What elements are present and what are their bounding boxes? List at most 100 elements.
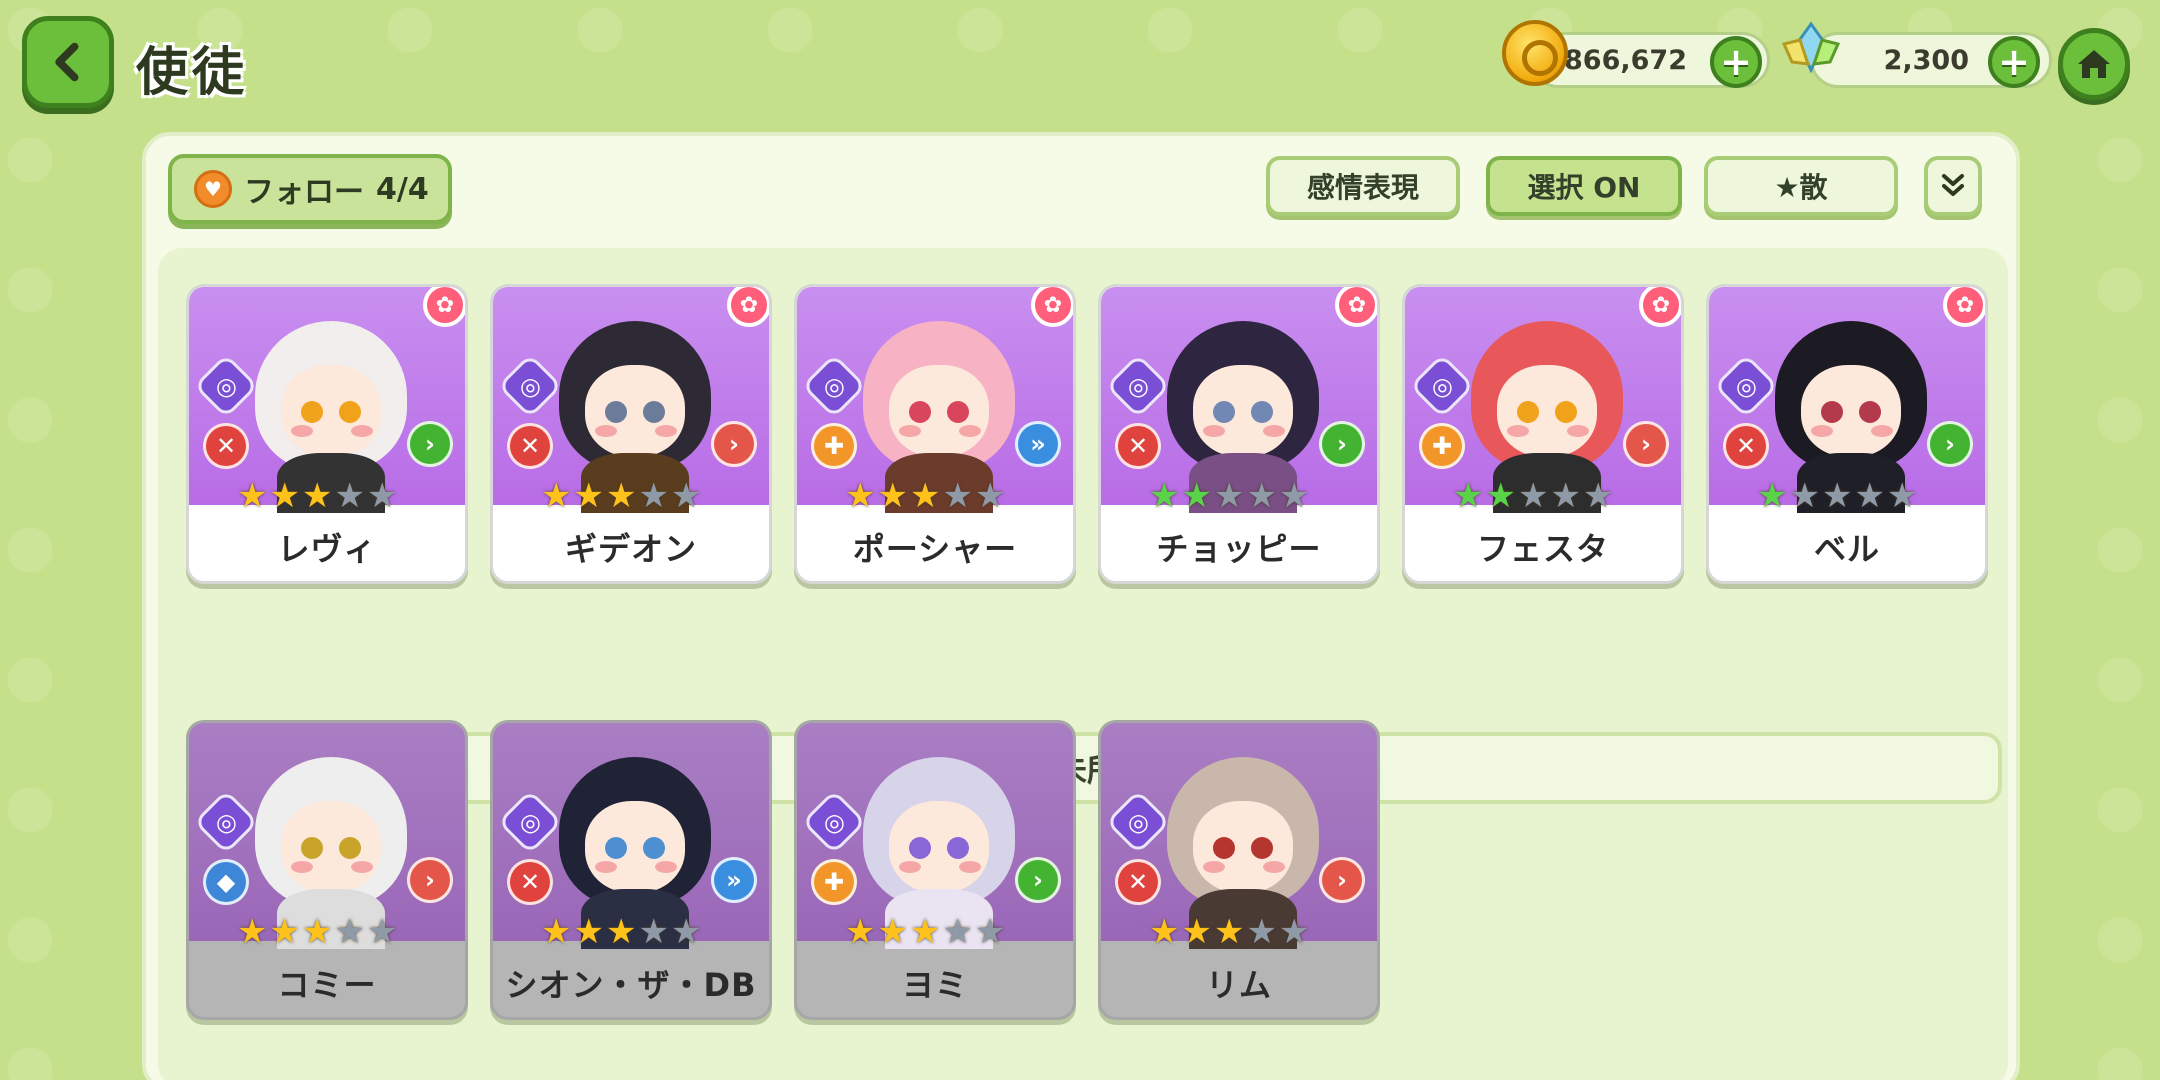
follow-flower-icon: ✿ [727, 287, 769, 327]
follow-button[interactable]: ♥ フォロー 4/4 [168, 154, 452, 224]
star-icon: ★ [1550, 476, 1581, 516]
star-icon: ★ [1213, 912, 1245, 952]
gem-amount: 2,300 [1883, 44, 1969, 76]
role-badge-icon: ◆ [203, 859, 249, 905]
star-rating: ★ ★ ★ ★ ★ [1453, 479, 1613, 513]
role-badge-icon: ✕ [507, 859, 553, 905]
apostle-card[interactable]: ◎ ✕ › ✿ ★ ★ ★ ★ ★ チョッピー [1098, 284, 1380, 584]
star-icon: ★ [366, 476, 398, 516]
apostle-card[interactable]: ◎ ✕» ★ ★ ★ ★ ★ シオン・ザ・DB [490, 720, 772, 1020]
star-icon: ★ [301, 912, 333, 952]
apostle-card[interactable]: ◎ ◆ › ★ ★ ★ ★ ★ コミー [186, 720, 468, 1020]
card-portrait: ◎ ✚ › [1405, 287, 1681, 513]
apostle-name: ヨミ [901, 966, 968, 1004]
class-arrow-icon: › [711, 421, 757, 467]
star-icon: ★ [366, 912, 398, 952]
star-rating: ★ ★ ★ ★ ★ [1149, 479, 1309, 513]
apostle-name: ベル [1813, 530, 1880, 568]
add-gold-button[interactable]: + [1710, 36, 1762, 88]
star-icon: ★ [237, 912, 268, 952]
star-icon: ★ [1485, 476, 1516, 516]
follow-flower-icon: ✿ [1031, 287, 1073, 327]
apostle-card[interactable]: ◎ ✕ › ✿ ★ ★ ★ ★ ★ ベル [1706, 284, 1988, 584]
apostle-card[interactable]: ◎ ✚» ✿ ★ ★ ★ ★ ★ ポーシャー [794, 284, 1076, 584]
star-icon: ★ [974, 476, 1006, 516]
star-icon: ★ [1246, 912, 1277, 952]
sort-button[interactable]: ★散 [1704, 156, 1898, 216]
star-icon: ★ [334, 476, 365, 516]
card-portrait: ◎ ✕ › [493, 287, 769, 513]
star-icon: ★ [1821, 476, 1853, 516]
emotion-button[interactable]: 感情表現 [1266, 156, 1460, 216]
star-rating: ★ ★ ★ ★ ★ [541, 915, 701, 949]
class-arrow-icon: › [1015, 857, 1061, 903]
role-badge-icon: ✕ [1115, 423, 1161, 469]
star-rating: ★ ★ ★ ★ ★ [541, 479, 701, 513]
class-arrow-icon: › [1927, 421, 1973, 467]
role-badge-icon: ✕ [1723, 423, 1769, 469]
star-icon: ★ [877, 476, 908, 516]
back-button[interactable] [22, 16, 114, 108]
star-icon: ★ [670, 476, 702, 516]
star-icon: ★ [1246, 476, 1277, 516]
star-icon: ★ [1886, 476, 1918, 516]
star-rating: ★ ★ ★ ★ ★ [845, 479, 1005, 513]
star-icon: ★ [942, 476, 973, 516]
card-portrait: ◎ ✕ › [189, 287, 465, 513]
star-icon: ★ [1789, 476, 1820, 516]
apostle-card[interactable]: ◎ ✚ › ✿ ★ ★ ★ ★ ★ フェスタ [1402, 284, 1684, 584]
star-icon: ★ [1181, 912, 1212, 952]
star-icon: ★ [909, 476, 941, 516]
follow-label: フォロー [244, 175, 364, 210]
class-arrow-icon: » [1015, 421, 1061, 467]
apostle-card[interactable]: ◎ ✕ › ✿ ★ ★ ★ ★ ★ ギデオン [490, 284, 772, 584]
page-title: 使徒 [136, 43, 249, 103]
star-icon: ★ [301, 476, 333, 516]
home-button[interactable] [2058, 28, 2130, 100]
star-icon: ★ [845, 476, 876, 516]
gold-coin-icon [1502, 20, 1568, 86]
gold-amount: 866,672 [1564, 44, 1687, 76]
apostle-card[interactable]: ◎ ✚ › ★ ★ ★ ★ ★ ヨミ [794, 720, 1076, 1020]
star-icon: ★ [1181, 476, 1212, 516]
heart-icon: ♥ [194, 170, 232, 208]
star-icon: ★ [605, 476, 637, 516]
star-icon: ★ [942, 912, 973, 952]
apostle-card[interactable]: ◎ ✕ › ★ ★ ★ ★ ★ リム [1098, 720, 1380, 1020]
star-icon: ★ [1517, 476, 1549, 516]
star-rating: ★ ★ ★ ★ ★ [845, 915, 1005, 949]
star-icon: ★ [877, 912, 908, 952]
star-icon: ★ [269, 912, 300, 952]
apostle-name: リム [1205, 966, 1272, 1004]
star-icon: ★ [1149, 912, 1180, 952]
apostle-name: コミー [277, 966, 377, 1004]
star-icon: ★ [1278, 476, 1310, 516]
card-portrait: ◎ ✚» [797, 287, 1073, 513]
card-portrait: ◎ ✕» [493, 723, 769, 949]
add-gem-button[interactable]: + [1988, 36, 2040, 88]
chevron-left-icon [55, 42, 79, 82]
star-icon: ★ [670, 912, 702, 952]
card-portrait: ◎ ◆ › [189, 723, 465, 949]
apostle-card[interactable]: ◎ ✕ › ✿ ★ ★ ★ ★ ★ レヴィ [186, 284, 468, 584]
select-toggle-button[interactable]: 選択 ON [1486, 156, 1682, 216]
star-icon: ★ [269, 476, 300, 516]
star-icon: ★ [1213, 476, 1245, 516]
star-rating: ★ ★ ★ ★ ★ [1757, 479, 1917, 513]
role-badge-icon: ✚ [811, 859, 857, 905]
double-chevron-down-icon [1942, 174, 1964, 196]
star-icon: ★ [334, 912, 365, 952]
star-icon: ★ [1278, 912, 1310, 952]
class-arrow-icon: › [1319, 421, 1365, 467]
follow-flower-icon: ✿ [1639, 287, 1681, 327]
star-icon: ★ [605, 912, 637, 952]
card-area: ◎ ✕ › ✿ ★ ★ ★ ★ ★ レヴィ ◎ ✕ › ✿ ★ ★ ★ ★ ★ ギデオン ◎ ✚» ✿ ★ ★ ★ ★ ★ ポーシャー ◎… [158, 248, 2008, 1080]
card-portrait: ◎ ✚ › [797, 723, 1073, 949]
card-portrait: ◎ ✕ › [1101, 287, 1377, 513]
collapse-button[interactable] [1924, 156, 1982, 216]
apostle-name: シオン・ザ・DB [505, 966, 757, 1004]
follow-flower-icon: ✿ [1335, 287, 1377, 327]
star-icon: ★ [638, 476, 669, 516]
apostle-panel: ♥ フォロー 4/4 感情表現 選択 ON ★散 ◎ ✕ › ✿ ★ ★ ★ ★ ★ レヴィ ◎ ✕ ›… [142, 132, 2020, 1080]
star-icon: ★ [1149, 476, 1180, 516]
